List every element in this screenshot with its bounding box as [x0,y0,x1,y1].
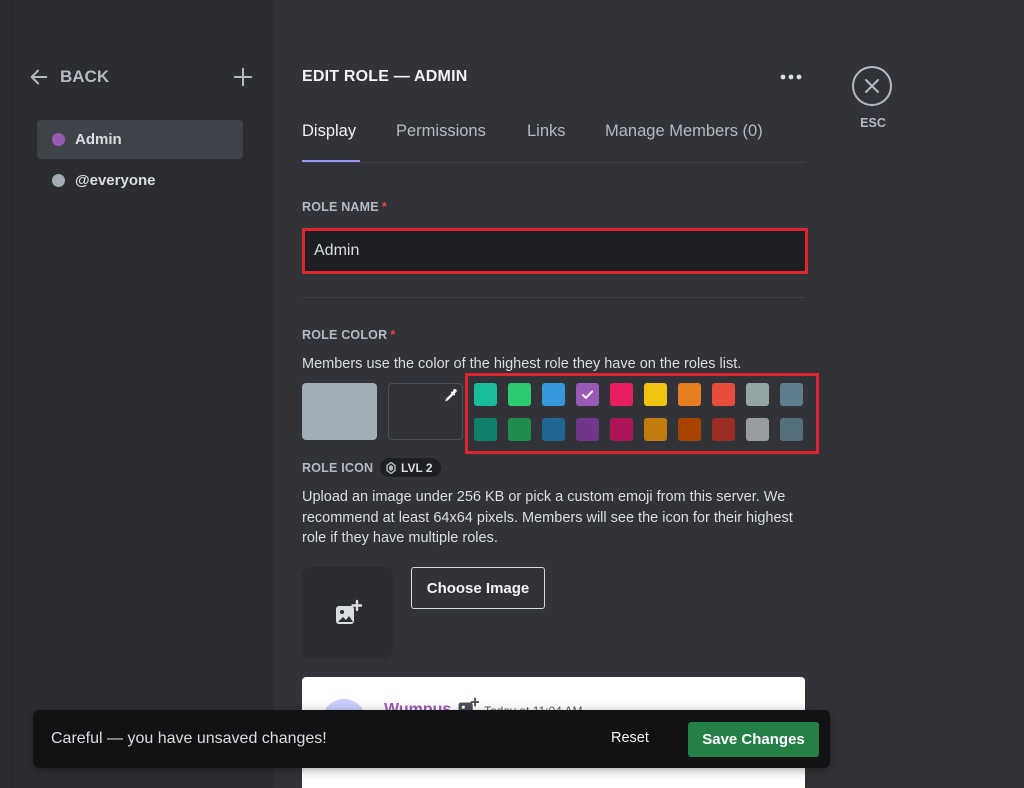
role-name-label: ROLE NAME * [302,200,387,214]
sidebar-header: BACK [28,66,254,92]
color-swatch[interactable] [610,383,633,406]
required-mark: * [381,200,387,214]
custom-color-picker[interactable] [388,383,463,440]
role-icon-upload[interactable] [302,567,393,658]
tab-display[interactable]: Display [302,122,356,141]
close-button[interactable] [852,66,892,106]
color-swatch[interactable] [474,383,497,406]
color-swatch[interactable] [576,383,599,406]
color-swatch[interactable] [474,418,497,441]
color-swatch[interactable] [712,418,735,441]
color-swatch[interactable] [542,418,565,441]
color-swatch[interactable] [712,383,735,406]
color-swatch[interactable] [610,418,633,441]
unsaved-changes-text: Careful — you have unsaved changes! [51,730,327,747]
tab-links[interactable]: Links [527,122,566,141]
color-swatch[interactable] [678,383,701,406]
tab-permissions[interactable]: Permissions [396,122,486,141]
role-color-description: Members use the color of the highest rol… [302,356,742,372]
sidebar-role-everyone[interactable]: @everyone [37,161,243,200]
color-swatch[interactable] [780,383,803,406]
back-label: BACK [60,67,110,86]
role-color-label: ROLE COLOR * [302,328,396,342]
default-color-swatch[interactable] [302,383,377,440]
tab-bar: Display Permissions Links Manage Members… [302,118,805,163]
esc-label: ESC [860,116,886,130]
arrow-left-icon [30,69,48,85]
role-label: Admin [75,131,122,148]
more-options-icon[interactable] [778,66,804,88]
save-changes-button[interactable]: Save Changes [688,722,819,757]
page-title: EDIT ROLE — ADMIN [302,68,468,85]
role-icon-label: ROLE ICON [302,461,374,475]
color-swatch[interactable] [746,383,769,406]
add-image-icon [335,599,362,624]
color-swatch[interactable] [508,383,531,406]
role-name-input[interactable] [302,228,808,274]
color-swatch[interactable] [542,383,565,406]
roles-sidebar [12,0,274,788]
add-role-icon[interactable] [232,66,254,88]
color-swatch[interactable] [746,418,769,441]
role-label: @everyone [75,172,156,189]
edit-role-panel: EDIT ROLE — ADMIN Display Permissions Li… [274,0,834,788]
color-swatch[interactable] [644,383,667,406]
color-swatch[interactable] [508,418,531,441]
required-mark: * [390,328,396,342]
boost-gem-icon [386,461,396,474]
color-swatch[interactable] [780,418,803,441]
color-swatch[interactable] [644,418,667,441]
section-divider [302,297,805,298]
sidebar-role-admin[interactable]: Admin [37,120,243,159]
active-tab-indicator [302,160,360,162]
choose-image-button[interactable]: Choose Image [411,567,545,609]
boost-level-badge: LVL 2 [380,458,441,477]
eyedropper-icon [445,388,457,402]
unsaved-changes-bar: Careful — you have unsaved changes! Rese… [33,710,830,768]
color-swatch[interactable] [678,418,701,441]
back-button[interactable]: BACK [28,66,109,88]
role-color-dot [52,174,65,187]
role-icon-description: Upload an image under 256 KB or pick a c… [302,489,793,546]
checkmark-icon [581,390,594,399]
tab-manage-members[interactable]: Manage Members (0) [605,122,763,141]
color-swatch[interactable] [576,418,599,441]
close-control: ESC [852,66,894,130]
close-icon [865,79,879,93]
window-gutter [0,0,12,788]
role-color-dot [52,133,65,146]
level-text: LVL 2 [401,460,433,475]
reset-button[interactable]: Reset [611,730,649,746]
